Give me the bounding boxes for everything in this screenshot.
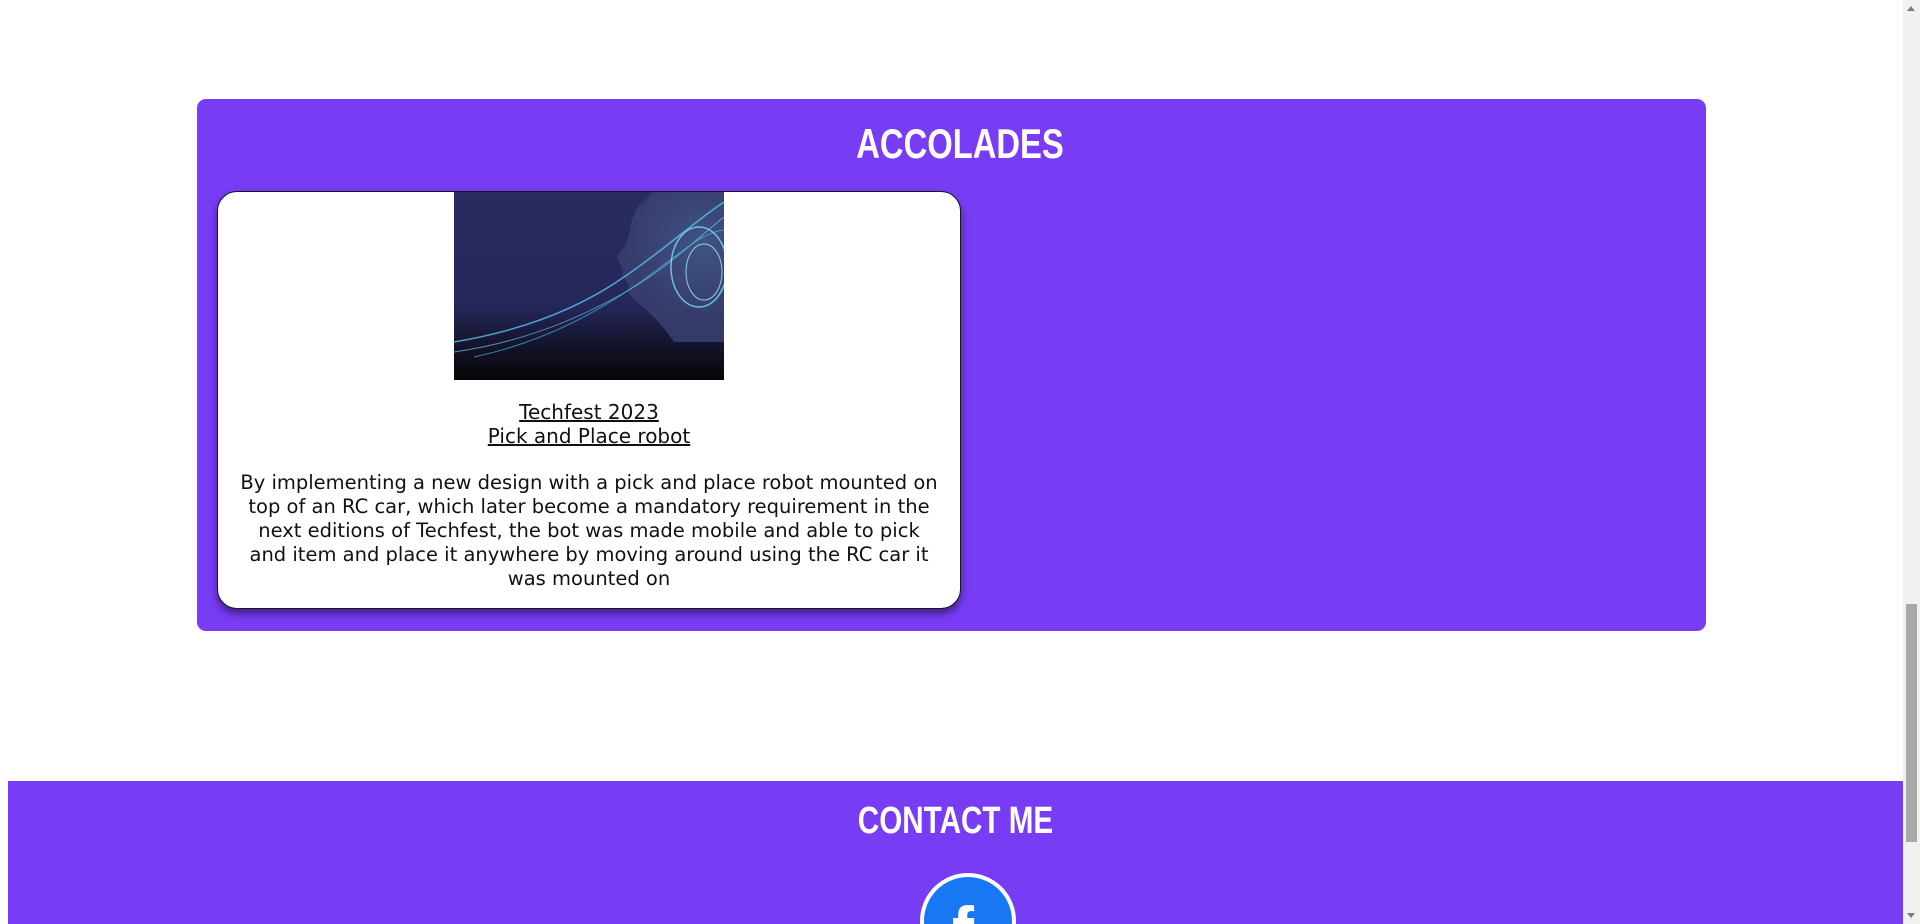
accolade-card: Techfest 2023 Pick and Place robot By im… bbox=[217, 191, 961, 609]
scrollbar[interactable] bbox=[1903, 0, 1920, 924]
facebook-icon: f bbox=[952, 897, 974, 924]
scroll-down-icon[interactable] bbox=[1907, 913, 1915, 918]
card-title-event[interactable]: Techfest 2023 bbox=[218, 400, 960, 424]
scrollbar-thumb[interactable] bbox=[1906, 604, 1917, 842]
facebook-link[interactable]: f bbox=[920, 873, 1016, 924]
contact-section: CONTACT ME f bbox=[8, 781, 1903, 924]
card-title-project[interactable]: Pick and Place robot bbox=[218, 424, 960, 448]
contact-title: CONTACT ME bbox=[857, 800, 1054, 842]
accolades-title: ACCOLADES bbox=[856, 120, 1064, 167]
card-title-link[interactable]: Techfest 2023 Pick and Place robot bbox=[218, 400, 960, 448]
card-image bbox=[454, 192, 724, 380]
scroll-up-icon[interactable] bbox=[1907, 6, 1915, 11]
card-description: By implementing a new design with a pick… bbox=[240, 471, 938, 590]
